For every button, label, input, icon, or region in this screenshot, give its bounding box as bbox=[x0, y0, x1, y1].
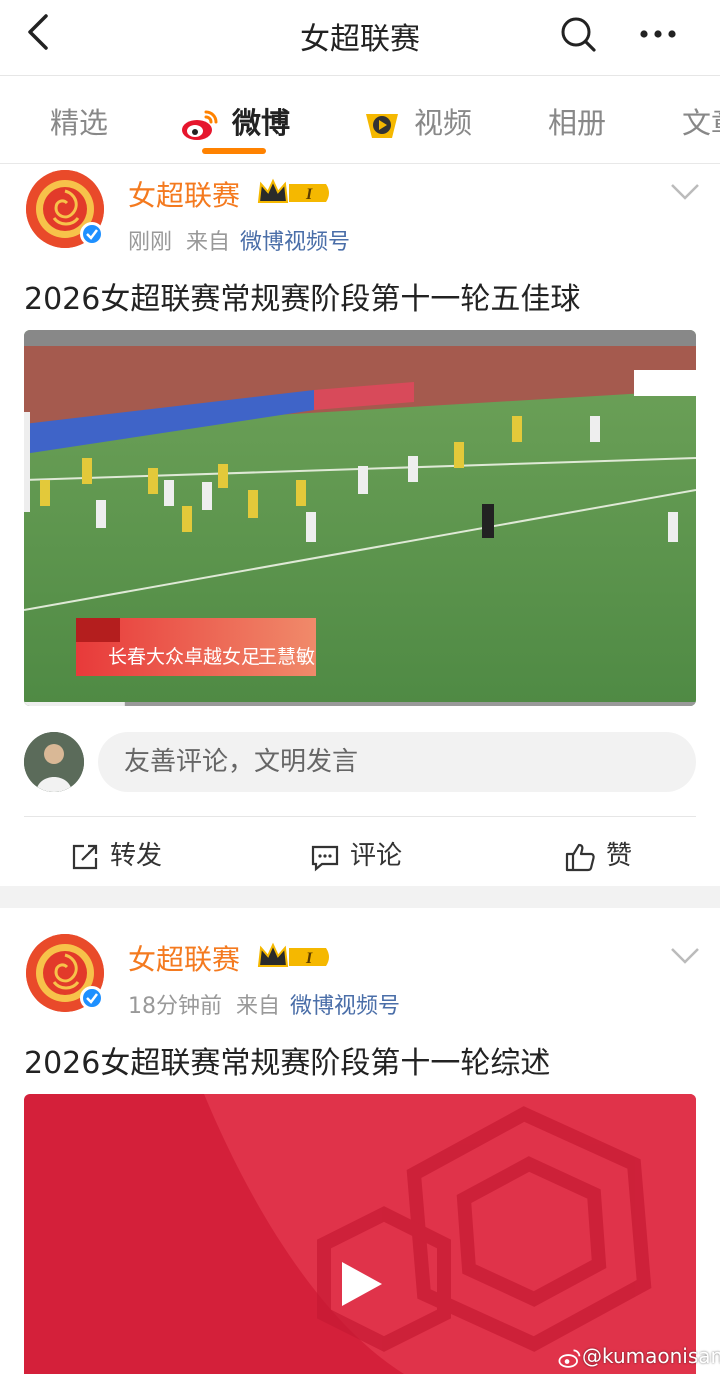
account-name[interactable]: 女超联赛 bbox=[128, 938, 240, 978]
search-icon[interactable] bbox=[556, 12, 600, 56]
user-avatar[interactable] bbox=[24, 732, 84, 792]
tab-weibo[interactable]: 微博 bbox=[180, 100, 290, 142]
post-actions-bar: 转发 评论 赞 bbox=[24, 816, 696, 888]
level-crown-badge-icon: I bbox=[257, 178, 329, 203]
video-player[interactable]: 长春大众卓越女足 王慧敏 bbox=[24, 330, 696, 706]
more-dots-icon[interactable] bbox=[636, 12, 680, 56]
comment-label: 评论 bbox=[350, 841, 403, 871]
chevron-down-icon[interactable] bbox=[670, 182, 700, 202]
tab-label: 相册 bbox=[548, 106, 607, 140]
comment-icon bbox=[311, 845, 339, 871]
like-label: 赞 bbox=[606, 841, 633, 871]
active-tab-indicator bbox=[202, 148, 266, 154]
comment-button[interactable]: 评论 bbox=[310, 835, 402, 872]
post-source-link[interactable]: 微博视频号 bbox=[240, 230, 350, 255]
repost-icon bbox=[72, 844, 98, 869]
caption-team: 长春大众卓越女足 bbox=[108, 646, 260, 668]
post-source-link[interactable]: 微博视频号 bbox=[290, 994, 400, 1019]
level-crown-badge-icon: I bbox=[257, 942, 329, 967]
post-card: 女超联赛 I 刚刚来自微博视频号 2026女超联赛常规赛阶段第十一轮五佳球 bbox=[0, 164, 720, 886]
account-name[interactable]: 女超联赛 bbox=[128, 174, 240, 214]
from-label: 来自 bbox=[186, 230, 231, 255]
tab-articles[interactable]: 文章 bbox=[682, 100, 720, 142]
post-text[interactable]: 2026女超联赛常规赛阶段第十一轮五佳球 bbox=[24, 274, 580, 318]
level-badge-text: I bbox=[305, 950, 313, 967]
video-thumbnail: 长春大众卓越女足 王慧敏 bbox=[24, 330, 696, 706]
weibo-logo-icon bbox=[558, 1348, 581, 1368]
tab-featured[interactable]: 精选 bbox=[50, 100, 108, 142]
video-play-icon bbox=[366, 114, 398, 138]
watermark: @kumaonisan bbox=[558, 1344, 720, 1368]
caption-player: 王慧敏 bbox=[258, 646, 315, 668]
comment-input[interactable] bbox=[98, 732, 696, 792]
thumbs-up-icon bbox=[565, 843, 595, 871]
tab-video[interactable]: 视频 bbox=[362, 100, 472, 142]
chevron-down-icon[interactable] bbox=[670, 946, 700, 966]
video-thumbnail bbox=[24, 1094, 696, 1374]
repost-button[interactable]: 转发 bbox=[70, 835, 162, 872]
post-card: 女超联赛 I 18分钟前 来自 微博视频号 2026女超联赛常规赛阶段第十一轮综述 bbox=[0, 908, 720, 1374]
page-title: 女超联赛 bbox=[300, 22, 420, 57]
video-player[interactable] bbox=[24, 1094, 696, 1374]
tab-label: 视频 bbox=[414, 106, 473, 140]
tab-label: 微博 bbox=[232, 106, 291, 140]
post-text[interactable]: 2026女超联赛常规赛阶段第十一轮综述 bbox=[24, 1038, 550, 1082]
post-meta: 18分钟前 来自 微博视频号 bbox=[128, 988, 400, 1020]
like-button[interactable]: 赞 bbox=[564, 835, 632, 872]
watermark-text: @kumaonisan bbox=[582, 1344, 720, 1368]
repost-label: 转发 bbox=[110, 841, 163, 871]
post-time: 刚刚 bbox=[128, 230, 173, 255]
tab-label: 精选 bbox=[50, 106, 109, 140]
weibo-logo-icon bbox=[182, 110, 218, 140]
post-meta: 刚刚 来自 微博视频号 bbox=[128, 224, 350, 256]
top-navigation-bar: 女超联赛 bbox=[0, 0, 720, 76]
video-progress-fill bbox=[24, 702, 125, 706]
tab-albums[interactable]: 相册 bbox=[548, 100, 606, 142]
verified-badge-icon bbox=[80, 222, 104, 246]
level-badge-text: I bbox=[305, 186, 313, 203]
from-label: 来自 bbox=[236, 994, 281, 1019]
post-time: 18分钟前 bbox=[128, 994, 222, 1019]
profile-tab-bar: 精选 微博 视频 相册 文章 bbox=[0, 76, 720, 164]
comment-row bbox=[0, 726, 720, 806]
tab-label: 文章 bbox=[682, 106, 720, 140]
verified-badge-icon bbox=[80, 986, 104, 1010]
